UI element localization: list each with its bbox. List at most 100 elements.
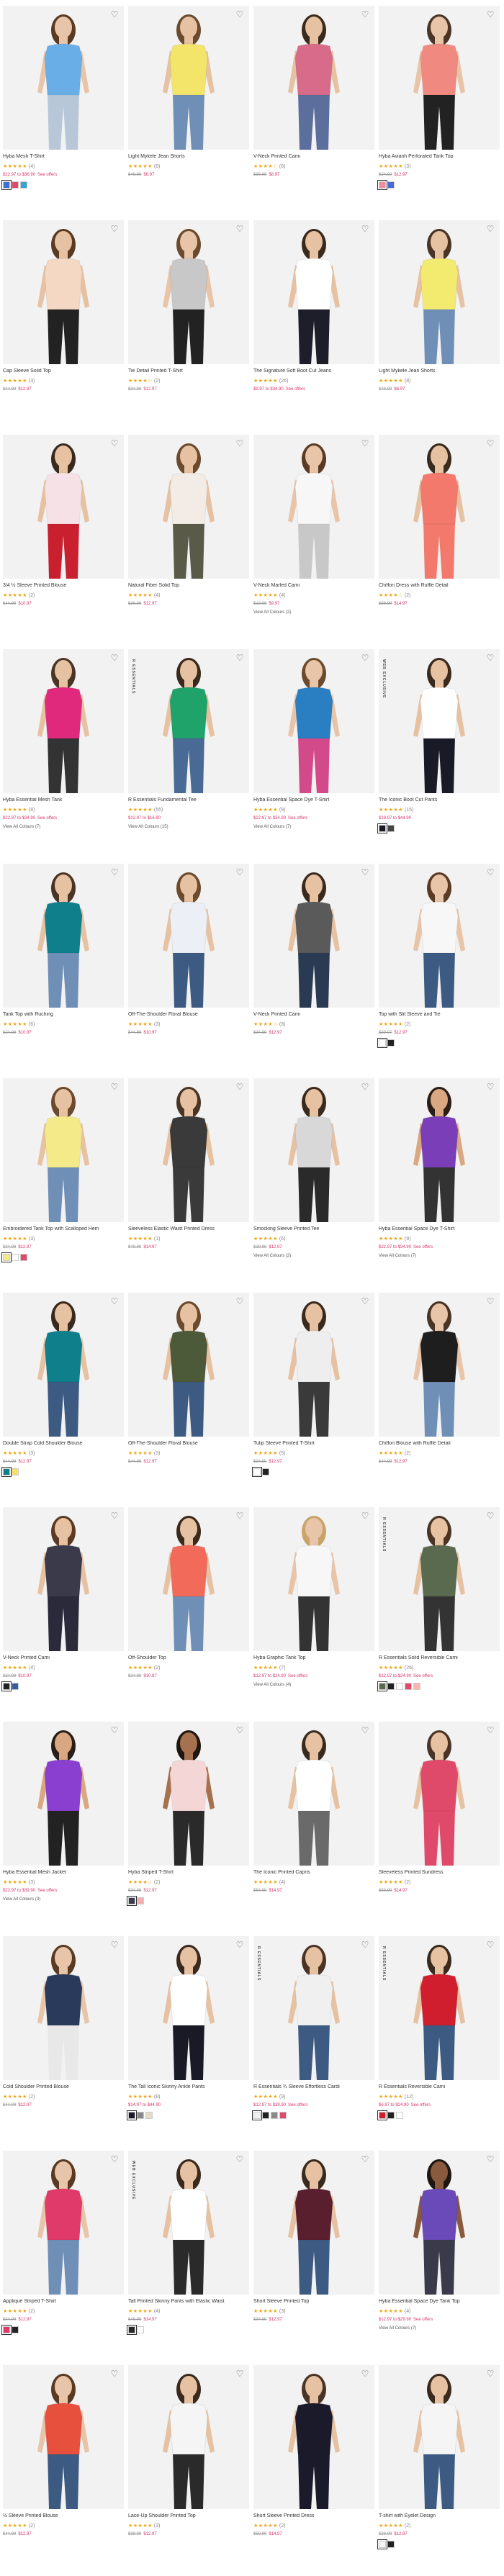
color-swatch[interactable]: [145, 2112, 153, 2119]
product-card[interactable]: ♡ Top with Slit Sleeve and Tie ★★★★★ (2) $39…: [377, 858, 500, 1072]
product-image[interactable]: [128, 649, 249, 793]
color-swatch[interactable]: [12, 1683, 19, 1690]
product-card[interactable]: ♡ Off-The-Shoulder Floral Blouse ★★★★★ (3) $…: [128, 1287, 249, 1501]
product-card[interactable]: ♡ Cap Sleeve Solid Top ★★★★★ (3) $44.99 $12.9…: [3, 214, 124, 429]
heart-icon[interactable]: ♡: [235, 1082, 245, 1092]
product-name[interactable]: Short Sleeve Printed Dress: [253, 2513, 374, 2521]
product-card[interactable]: ♡ Short Sleeve Printed Top ★★★★★ (3) $34.99 $…: [253, 2145, 374, 2359]
heart-icon[interactable]: ♡: [235, 9, 245, 19]
product-image[interactable]: [3, 2365, 124, 2509]
heart-icon[interactable]: ♡: [360, 1296, 370, 1306]
product-image[interactable]: [128, 1078, 249, 1222]
product-name[interactable]: R Essentials ¾ Sleeve Effortless Cardi: [253, 2084, 374, 2092]
color-swatch[interactable]: [137, 2112, 144, 2119]
product-card[interactable]: ♡ Hyba Essential Space Dye T-Shirt ★★★★★ (9…: [379, 1072, 500, 1287]
product-card[interactable]: ♡ The Iconic Printed Capris ★★★★★ (4) $54.99…: [253, 1716, 374, 1930]
heart-icon[interactable]: ♡: [360, 1511, 370, 1521]
color-swatch[interactable]: [12, 181, 19, 189]
product-card[interactable]: R ESSENTIALS ♡ R Essentials Solid Reversib…: [377, 1501, 500, 1716]
color-swatch[interactable]: [262, 1468, 269, 1475]
product-image[interactable]: [253, 1507, 374, 1651]
product-image-frame[interactable]: R ESSENTIALS ♡: [379, 1936, 500, 2080]
color-swatch[interactable]: [137, 1897, 144, 1904]
color-swatch[interactable]: [413, 1683, 420, 1690]
product-image-frame[interactable]: ♡: [253, 2365, 374, 2509]
product-name[interactable]: V-Neck Marled Cami: [253, 583, 374, 590]
see-offers-link[interactable]: See offers: [413, 1245, 433, 1249]
see-offers-link[interactable]: See offers: [411, 2103, 431, 2107]
heart-icon[interactable]: ♡: [109, 1511, 120, 1521]
product-image-frame[interactable]: ♡: [3, 2365, 124, 2509]
heart-icon[interactable]: ♡: [235, 1296, 245, 1306]
heart-icon[interactable]: ♡: [109, 867, 120, 877]
color-swatch[interactable]: [1, 2325, 12, 2335]
product-name[interactable]: R Essentials Fundamental Tee: [128, 797, 249, 805]
product-name[interactable]: Tank Top with Ruching: [3, 1012, 124, 1019]
product-card[interactable]: R ESSENTIALS ♡ R Essentials Fundamental Te…: [128, 643, 249, 858]
product-image[interactable]: [128, 220, 249, 364]
heart-icon[interactable]: ♡: [235, 224, 245, 234]
product-name[interactable]: Top with Slit Sleeve and Tie: [379, 1012, 500, 1019]
product-name[interactable]: Chiffon Dress with Ruffle Detail: [379, 583, 500, 590]
product-name[interactable]: Off-Shoulder Top: [128, 1655, 249, 1663]
view-all-colours-link[interactable]: View All Colours (3): [3, 1897, 124, 1904]
see-offers-link[interactable]: See offers: [37, 1889, 57, 1893]
color-swatch[interactable]: [12, 1254, 19, 1261]
color-swatch[interactable]: [377, 1681, 387, 1691]
product-card[interactable]: ♡ T-shirt with Eyelet Design ★★★★★ (2) $39.9…: [377, 2359, 500, 2574]
color-swatch[interactable]: [252, 1467, 262, 1477]
heart-icon[interactable]: ♡: [109, 2369, 120, 2379]
color-swatch[interactable]: [387, 1683, 395, 1690]
product-card[interactable]: ♡ V-Neck Marled Cami ★★★★★ (4) $19.99 $9.97 Vi…: [253, 429, 374, 643]
product-name[interactable]: Cold Shoulder Printed Blouse: [3, 2084, 124, 2092]
product-name[interactable]: R Essentials Reversible Cami: [379, 2084, 500, 2092]
see-offers-link[interactable]: See offers: [37, 173, 57, 177]
product-image-frame[interactable]: ♡: [128, 1722, 249, 1866]
product-card[interactable]: ♡ V-Neck Printed Cami ★★★★☆ (8) $34.99 $12.97: [253, 858, 374, 1072]
color-swatch[interactable]: [387, 825, 395, 832]
product-card[interactable]: ♡ Hyba Striped T-Shirt ★★★★☆ (2) $34.99 $12.9…: [127, 1716, 249, 1930]
heart-icon[interactable]: ♡: [235, 1511, 245, 1521]
product-name[interactable]: Off-The-Shoulder Floral Blouse: [128, 1012, 249, 1019]
product-card[interactable]: ♡ The Tall Iconic Skinny Ankle Pants ★★★★★…: [127, 1930, 249, 2145]
product-card[interactable]: ♡ Lace-Up Shoulder Printed Top ★★★★★ (3) $39…: [128, 2359, 249, 2574]
heart-icon[interactable]: ♡: [485, 2154, 495, 2164]
heart-icon[interactable]: ♡: [235, 867, 245, 877]
product-name[interactable]: Hyba Graphic Tank Top: [253, 1655, 374, 1663]
product-image[interactable]: [128, 6, 249, 150]
product-image-frame[interactable]: ♡: [253, 1078, 374, 1222]
color-swatch[interactable]: [1, 180, 12, 190]
color-swatch[interactable]: [20, 1254, 27, 1261]
heart-icon[interactable]: ♡: [485, 1296, 495, 1306]
product-image-frame[interactable]: ♡: [3, 864, 124, 1008]
product-image-frame[interactable]: ♡: [128, 864, 249, 1008]
product-image[interactable]: [3, 1078, 124, 1222]
view-all-colours-link[interactable]: View All Colours (2): [253, 610, 374, 617]
product-image[interactable]: [128, 1722, 249, 1866]
product-card[interactable]: ♡ Off-The-Shoulder Floral Blouse ★★★★★ (3) $…: [128, 858, 249, 1072]
product-card[interactable]: ♡ Hyba Mesh T-Shirt ★★★★★ (4) $22.97 to $36.…: [1, 0, 124, 214]
color-swatch[interactable]: [137, 2326, 144, 2333]
product-image-frame[interactable]: R ESSENTIALS ♡: [128, 649, 249, 793]
product-image-frame[interactable]: ♡: [379, 220, 500, 364]
see-offers-link[interactable]: See offers: [37, 816, 57, 821]
product-card[interactable]: ♡ Light Mykele Jean Shorts ★★★★★ (8) $49.99 $…: [128, 0, 249, 214]
product-card[interactable]: ♡ Hyba Avianh Perforated Tank Top ★★★★★ (3)…: [377, 0, 500, 214]
product-image[interactable]: [379, 1293, 500, 1437]
product-image-frame[interactable]: ♡: [379, 1078, 500, 1222]
color-swatch[interactable]: [12, 1468, 19, 1475]
product-name[interactable]: Embroidered Tank Top with Scalloped Hem: [3, 1226, 124, 1234]
product-image-frame[interactable]: ♡: [3, 6, 124, 150]
color-swatch[interactable]: [252, 2110, 262, 2120]
product-name[interactable]: Tulip Sleeve Printed T-Shirt: [253, 1441, 374, 1448]
product-card[interactable]: ♡ Smocking Sleeve Printed Tee ★★★★★ (6) $39.…: [253, 1072, 374, 1287]
product-card[interactable]: ♡ Appliqué Striped T-Shirt ★★★★★ (2) $34.99 $…: [1, 2145, 124, 2359]
view-all-colours-link[interactable]: View All Colours (7): [3, 825, 124, 831]
product-image-frame[interactable]: ♡: [379, 2151, 500, 2295]
product-image[interactable]: [379, 864, 500, 1008]
product-image-frame[interactable]: WEB EXCLUSIVE ♡: [128, 2151, 249, 2295]
product-image-frame[interactable]: ♡: [379, 864, 500, 1008]
product-name[interactable]: Cap Sleeve Solid Top: [3, 369, 124, 376]
product-image[interactable]: [128, 435, 249, 579]
product-image[interactable]: [379, 1078, 500, 1222]
